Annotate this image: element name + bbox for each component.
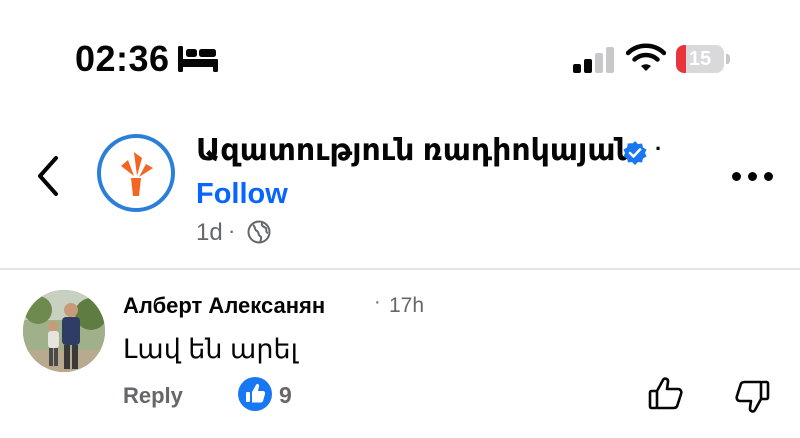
- signal-icon: [573, 47, 614, 73]
- downvote-button[interactable]: [733, 378, 771, 419]
- commenter-name[interactable]: Алберт Алексанян: [123, 293, 325, 319]
- chevron-left-icon: [38, 156, 58, 196]
- comment-separator: ·: [374, 291, 381, 313]
- bed-icon: [178, 46, 218, 72]
- upvote-button[interactable]: [647, 376, 685, 417]
- comment-text: Լավ են արել: [123, 334, 298, 364]
- avatar-photo: [23, 290, 105, 372]
- thumbs-down-icon: [735, 380, 770, 413]
- verified-badge-icon: [623, 141, 647, 165]
- back-button[interactable]: [28, 152, 68, 200]
- page-avatar[interactable]: [97, 134, 175, 212]
- like-reaction-badge[interactable]: [238, 377, 272, 411]
- globe-icon: [247, 220, 271, 244]
- post-age[interactable]: 1d: [196, 219, 223, 247]
- commenter-avatar[interactable]: [23, 290, 105, 372]
- divider: [0, 268, 800, 270]
- wifi-icon: [626, 43, 666, 71]
- name-separator: ·: [655, 136, 663, 161]
- reaction-count: 9: [279, 382, 292, 408]
- battery-level: 15: [688, 48, 712, 70]
- reply-button[interactable]: Reply: [123, 383, 183, 409]
- battery-body: 15: [676, 45, 724, 73]
- page-logo-icon: [121, 152, 153, 196]
- battery-icon: 15: [676, 45, 730, 73]
- thumbs-up-icon: [648, 377, 683, 410]
- more-dot: [748, 172, 757, 181]
- more-dot: [764, 172, 773, 181]
- meta-separator: ·: [228, 218, 236, 243]
- page-name[interactable]: Ազատություն ռադիոկայան: [196, 133, 635, 168]
- battery-cap: [726, 54, 730, 64]
- like-icon: [246, 383, 266, 403]
- more-options-button[interactable]: [732, 170, 774, 184]
- follow-button[interactable]: Follow: [196, 178, 288, 211]
- status-bar: 02:36 15: [0, 0, 800, 120]
- comment-time[interactable]: 17h: [389, 294, 424, 318]
- more-horizontal-icon: [732, 172, 741, 181]
- status-time: 02:36: [75, 38, 170, 79]
